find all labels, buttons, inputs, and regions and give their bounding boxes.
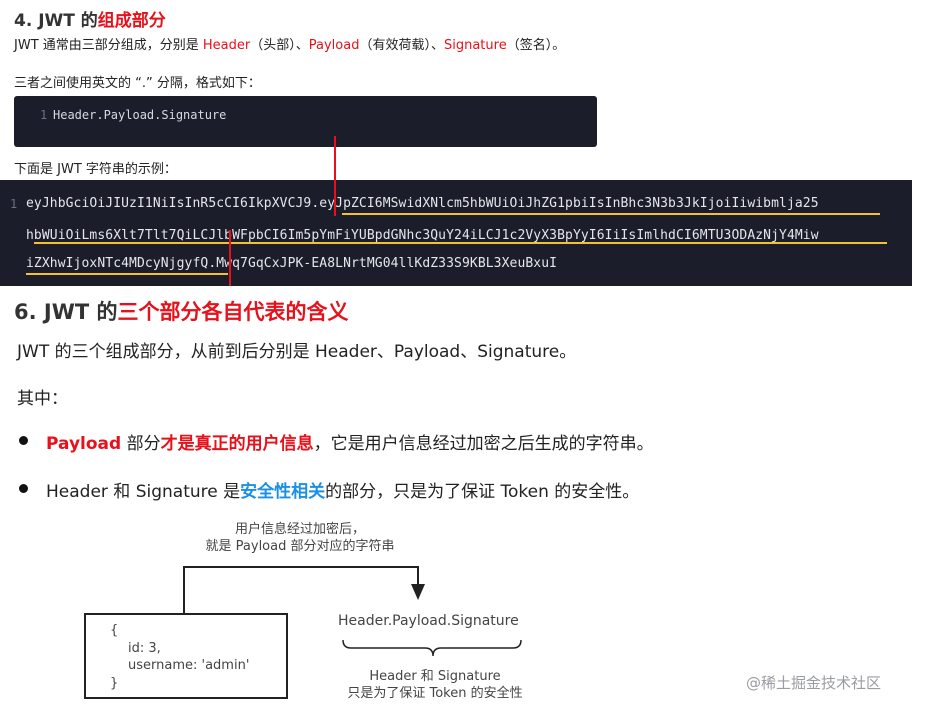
caption-line: 只是为了保证 Token 的安全性 [347,686,523,701]
user-object-box: { id: 3, username: 'admin' } [84,613,288,699]
diagram-caption-bottom: Header 和 Signature 只是为了保证 Token 的安全性 [320,668,550,702]
diagram-arrow [183,566,522,657]
object-line: username: 'admin' [128,658,250,673]
watermark: @稀土掘金技术社区 [746,674,882,692]
object-line: { [110,623,119,638]
object-line: id: 3, [128,641,161,656]
caption-line: Header 和 Signature [369,669,501,684]
signature-format-label: Header.Payload.Signature [338,613,519,629]
object-line: } [110,676,119,691]
